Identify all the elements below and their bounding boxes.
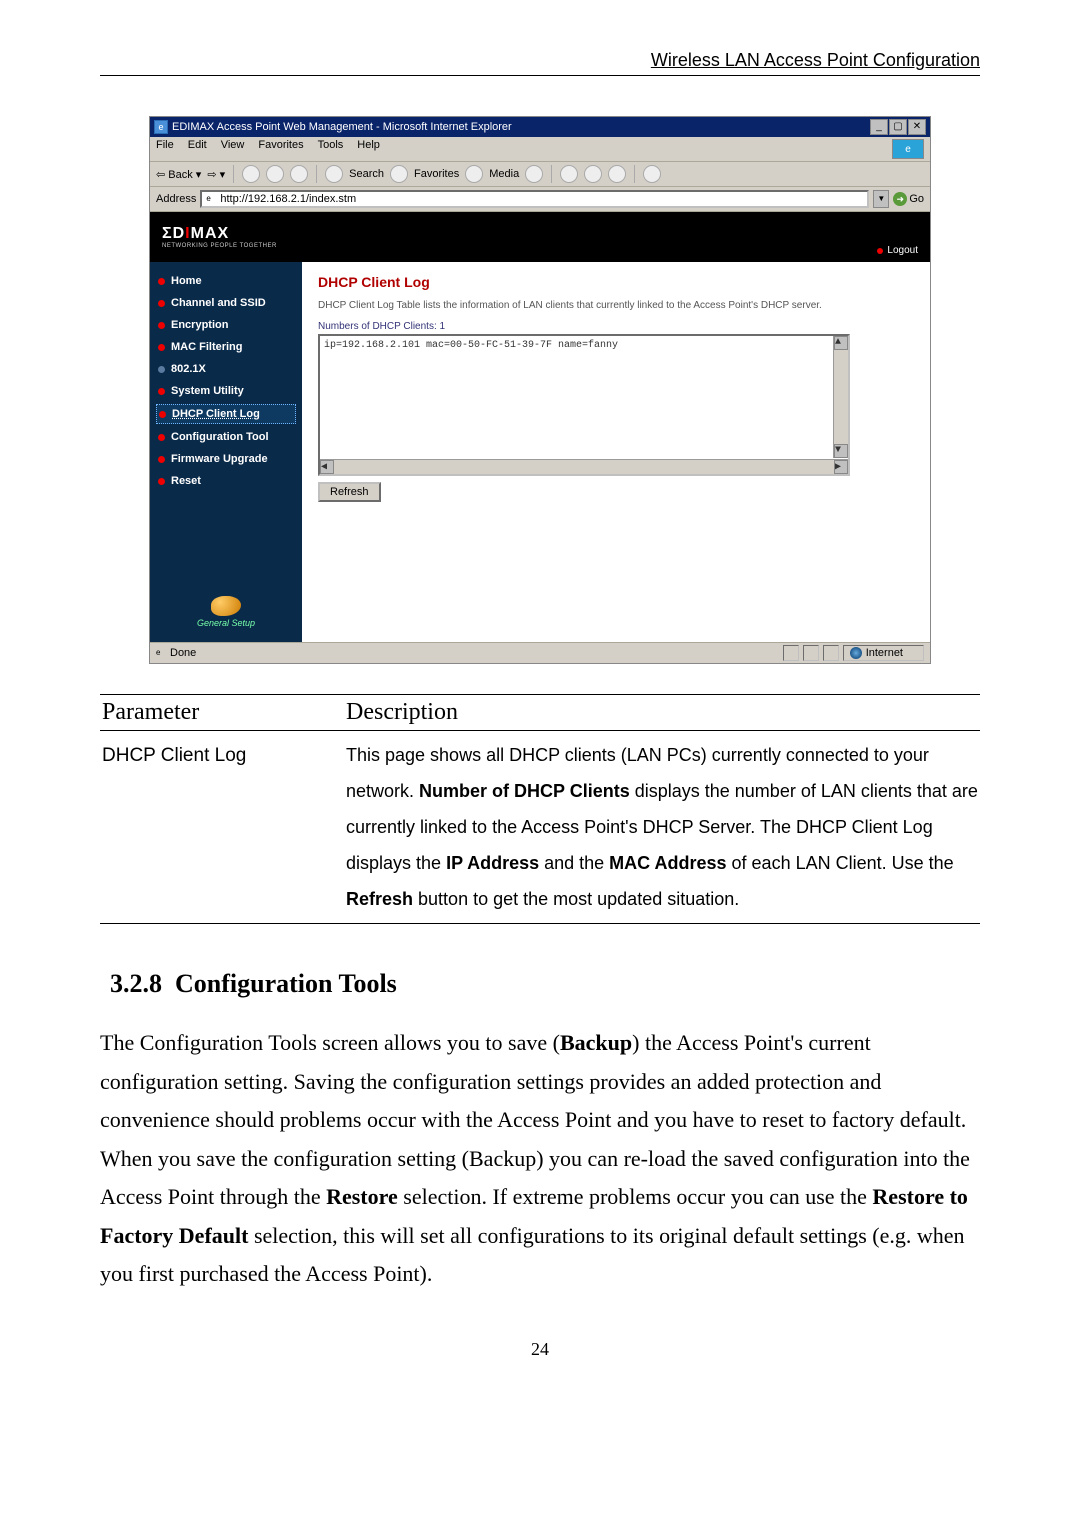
- content-desc: DHCP Client Log Table lists the informat…: [318, 300, 914, 311]
- page-header: ΣDIMAX NETWORKING PEOPLE TOGETHER Logout: [150, 212, 930, 262]
- ie-window: e EDIMAX Access Point Web Management - M…: [149, 116, 931, 664]
- general-setup-icon[interactable]: General Setup: [156, 586, 296, 632]
- sidebar-item-system-utility[interactable]: System Utility: [156, 382, 296, 400]
- refresh-button[interactable]: Refresh: [318, 482, 381, 502]
- scroll-right-icon[interactable]: ▶: [834, 460, 848, 474]
- address-input[interactable]: e http://192.168.2.1/index.stm: [200, 190, 869, 208]
- sidebar-item-home[interactable]: Home: [156, 272, 296, 290]
- go-icon: ➜: [893, 192, 907, 206]
- menu-file[interactable]: File: [156, 139, 174, 159]
- sidebar-item-channel-ssid[interactable]: Channel and SSID: [156, 294, 296, 312]
- history-icon[interactable]: [525, 165, 543, 183]
- favorites-icon[interactable]: [390, 165, 408, 183]
- home-icon[interactable]: [290, 165, 308, 183]
- section-body: The Configuration Tools screen allows yo…: [100, 1024, 980, 1294]
- dhcp-log-textarea[interactable]: ip=192.168.2.101 mac=00-50-FC-51-39-7F n…: [318, 334, 850, 476]
- page-icon: e: [206, 194, 216, 204]
- search-icon[interactable]: [325, 165, 343, 183]
- statusbar: e Done Internet: [150, 642, 930, 663]
- menubar: File Edit View Favorites Tools Help e: [150, 137, 930, 162]
- content-title: DHCP Client Log: [318, 274, 914, 290]
- sidebar-item-encryption[interactable]: Encryption: [156, 316, 296, 334]
- menu-edit[interactable]: Edit: [188, 139, 207, 159]
- menu-tools[interactable]: Tools: [318, 139, 344, 159]
- scrollbar-horizontal[interactable]: ◀ ▶: [320, 459, 848, 474]
- refresh-icon[interactable]: [266, 165, 284, 183]
- toolbar: ⇦ Back ▾ ⇨ ▾ Search Favorites Media: [150, 162, 930, 187]
- stop-icon[interactable]: [242, 165, 260, 183]
- forward-button[interactable]: ⇨ ▾: [207, 168, 225, 181]
- media-label[interactable]: Media: [489, 168, 519, 180]
- edit-icon[interactable]: [608, 165, 626, 183]
- page-number: 24: [100, 1339, 980, 1360]
- content-pane: DHCP Client Log DHCP Client Log Table li…: [302, 262, 930, 642]
- menu-view[interactable]: View: [221, 139, 245, 159]
- sidebar-item-configuration-tool[interactable]: Configuration Tool: [156, 428, 296, 446]
- sidebar-item-reset[interactable]: Reset: [156, 472, 296, 490]
- ie-icon: e: [154, 120, 168, 134]
- security-zone[interactable]: Internet: [843, 645, 924, 661]
- mail-icon[interactable]: [560, 165, 578, 183]
- scrollbar-vertical[interactable]: ▲ ▼: [833, 336, 848, 458]
- address-url: http://192.168.2.1/index.stm: [220, 193, 356, 205]
- param-name: DHCP Client Log: [100, 731, 344, 924]
- scroll-down-icon[interactable]: ▼: [834, 444, 848, 458]
- edimax-logo: ΣDIMAX NETWORKING PEOPLE TOGETHER: [162, 225, 277, 249]
- media-icon[interactable]: [465, 165, 483, 183]
- done-icon: e: [156, 648, 166, 658]
- sidebar-item-8021x[interactable]: 802.1X: [156, 360, 296, 378]
- bullet-icon: [877, 248, 883, 254]
- maximize-button[interactable]: ▢: [889, 119, 907, 135]
- print-icon[interactable]: [584, 165, 602, 183]
- menu-favorites[interactable]: Favorites: [258, 139, 303, 159]
- doc-header: Wireless LAN Access Point Configuration: [100, 50, 980, 76]
- menu-help[interactable]: Help: [357, 139, 380, 159]
- address-dropdown[interactable]: ▼: [873, 190, 889, 208]
- scroll-up-icon[interactable]: ▲: [834, 336, 848, 350]
- globe-icon: [211, 596, 241, 616]
- back-button[interactable]: ⇦ Back ▾: [156, 168, 201, 181]
- status-text: Done: [170, 647, 196, 659]
- address-label: Address: [156, 193, 196, 205]
- favorites-label[interactable]: Favorites: [414, 168, 459, 180]
- sidebar-item-dhcp-client-log[interactable]: DHCP Client Log: [156, 404, 296, 424]
- minimize-button[interactable]: _: [870, 119, 888, 135]
- internet-zone-icon: [850, 647, 862, 659]
- titlebar: e EDIMAX Access Point Web Management - M…: [150, 117, 930, 137]
- go-button[interactable]: ➜ Go: [893, 192, 924, 206]
- sidebar-item-firmware-upgrade[interactable]: Firmware Upgrade: [156, 450, 296, 468]
- logout-link[interactable]: Logout: [877, 245, 918, 262]
- scroll-left-icon[interactable]: ◀: [320, 460, 334, 474]
- discuss-icon[interactable]: [643, 165, 661, 183]
- log-line: ip=192.168.2.101 mac=00-50-FC-51-39-7F n…: [324, 340, 618, 351]
- addressbar: Address e http://192.168.2.1/index.stm ▼…: [150, 187, 930, 212]
- param-desc: This page shows all DHCP clients (LAN PC…: [344, 731, 980, 924]
- client-count: Numbers of DHCP Clients: 1: [318, 321, 914, 332]
- th-parameter: Parameter: [100, 695, 344, 731]
- close-button[interactable]: ✕: [908, 119, 926, 135]
- window-title: EDIMAX Access Point Web Management - Mic…: [172, 121, 512, 133]
- th-description: Description: [344, 695, 980, 731]
- sidebar-item-mac-filtering[interactable]: MAC Filtering: [156, 338, 296, 356]
- general-setup-label: General Setup: [156, 618, 296, 628]
- search-label[interactable]: Search: [349, 168, 384, 180]
- section-heading: 3.2.8 Configuration Tools: [110, 969, 980, 999]
- parameter-table: Parameter Description DHCP Client Log Th…: [100, 694, 980, 924]
- sidebar: Home Channel and SSID Encryption MAC Fil…: [150, 262, 302, 642]
- ie-throbber-icon: e: [892, 139, 924, 159]
